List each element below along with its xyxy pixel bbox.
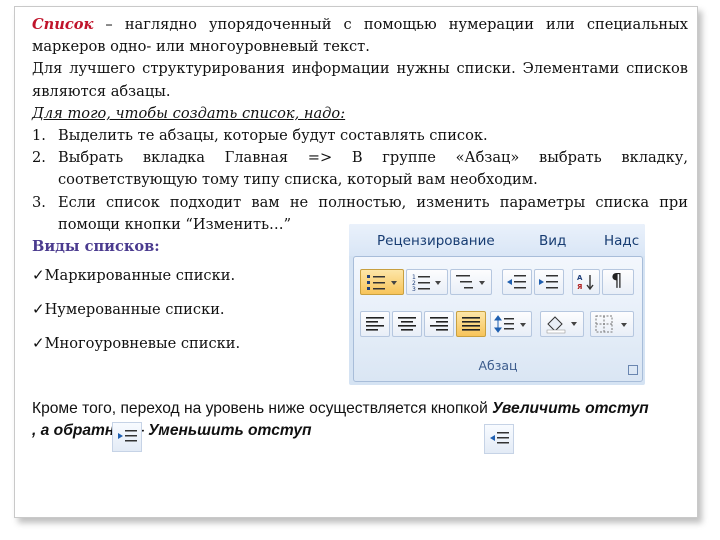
line-spacing-button[interactable] — [490, 311, 532, 337]
tab-view[interactable]: Вид — [539, 233, 566, 249]
shading-button[interactable] — [540, 311, 584, 337]
howto-heading: Для того, чтобы создать список, надо: — [32, 104, 346, 122]
numbering-icon: 1 2 3 — [412, 274, 441, 291]
show-formatting-button[interactable]: ¶ — [602, 269, 634, 295]
definition-paragraph: Список – наглядно упорядоченный с помощь… — [32, 14, 688, 58]
numbering-button[interactable]: 1 2 3 — [406, 269, 448, 295]
decrease-indent-button[interactable] — [502, 269, 532, 295]
main-text: Список – наглядно упорядоченный с помощь… — [32, 14, 688, 258]
increase-indent-button[interactable] — [534, 269, 564, 295]
decrease-indent-button-image — [484, 424, 514, 454]
bullets-button[interactable] — [360, 269, 404, 295]
step-2: 2. Выбрать вкладка Главная => В группе «… — [32, 147, 688, 191]
svg-text:A: A — [577, 274, 583, 282]
decrease-indent-label: Уменьшить отступ — [148, 422, 312, 439]
tab-review[interactable]: Рецензирование — [377, 233, 495, 249]
list-types: ✓ Маркированные списки. ✓ Нумерованные спи… — [32, 258, 240, 360]
definition-text: – наглядно упорядоченный с помощью нумер… — [32, 16, 688, 56]
borders-icon — [595, 315, 627, 333]
svg-text:3: 3 — [412, 286, 416, 291]
structure-paragraph: Для лучшего структурирования информации … — [32, 60, 688, 100]
justify-button[interactable] — [456, 311, 486, 337]
ribbon-screenshot: Рецензирование Вид Надс 1 2 3 A Я ¶ Абза… — [349, 224, 645, 385]
check-icon: ✓ — [32, 300, 45, 318]
list-type-numbered: ✓ Нумерованные списки. — [32, 300, 225, 318]
list-type-bulleted: ✓ Маркированные списки. — [32, 266, 236, 284]
step-number: 1. — [32, 127, 46, 145]
borders-button[interactable] — [590, 311, 634, 337]
step-number: 2. — [32, 149, 46, 167]
bullets-icon — [367, 275, 397, 290]
decrease-indent-icon — [507, 275, 526, 289]
svg-text:Я: Я — [577, 283, 582, 291]
align-left-icon — [366, 317, 384, 331]
step-number: 3. — [32, 193, 46, 211]
sort-icon: A Я — [577, 274, 594, 291]
group-label: Абзац — [478, 358, 518, 373]
increase-indent-label: Увеличить отступ — [492, 400, 649, 417]
sort-button[interactable]: A Я — [572, 269, 600, 295]
align-right-icon — [430, 317, 448, 331]
multilevel-list-icon — [456, 275, 485, 289]
increase-indent-icon — [539, 275, 558, 289]
decrease-indent-icon — [490, 432, 509, 444]
dialog-launcher-icon[interactable] — [628, 365, 638, 375]
check-icon: ✓ — [32, 334, 45, 352]
check-icon: ✓ — [32, 266, 45, 284]
tab-addins[interactable]: Надс — [604, 233, 639, 249]
list-type-multilevel: ✓ Многоуровневые списки. — [32, 334, 241, 352]
paragraph-group: 1 2 3 A Я ¶ Абзац — [353, 256, 643, 382]
show-formatting-icon: ¶ — [611, 270, 623, 291]
align-left-button[interactable] — [360, 311, 390, 337]
step-text: Выбрать вкладка Главная => В группе «Абз… — [58, 149, 688, 189]
step-1: 1. Выделить те абзацы, которые будут сос… — [32, 125, 688, 147]
line-spacing-icon — [494, 315, 526, 333]
increase-indent-icon — [118, 430, 137, 442]
center-button[interactable] — [392, 311, 422, 337]
align-right-button[interactable] — [424, 311, 454, 337]
step-text: Выделить те абзацы, которые будут состав… — [58, 127, 488, 145]
center-icon — [398, 317, 416, 331]
multilevel-list-button[interactable] — [450, 269, 492, 295]
increase-indent-button-image — [112, 422, 142, 452]
ribbon-tabs: Рецензирование Вид Надс — [349, 224, 645, 256]
slide: Список – наглядно упорядоченный с помощь… — [0, 0, 720, 540]
shading-icon — [546, 316, 577, 334]
term-list: Список — [32, 16, 94, 33]
justify-icon — [462, 317, 480, 331]
